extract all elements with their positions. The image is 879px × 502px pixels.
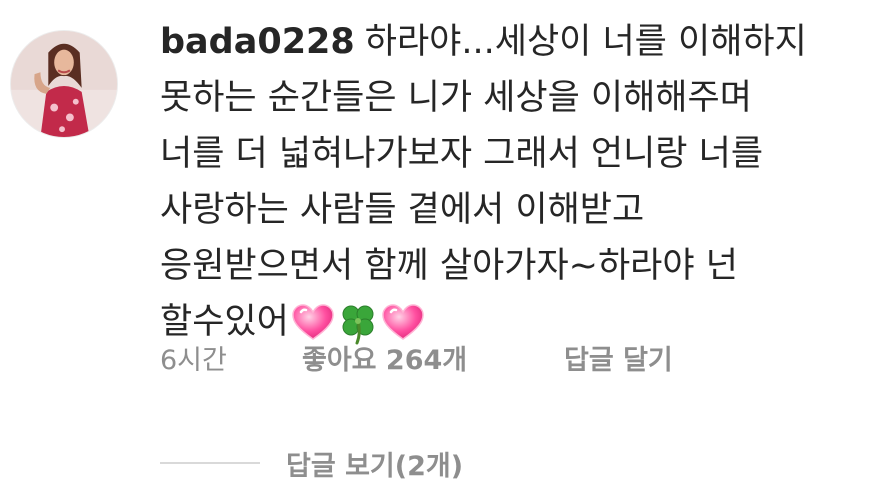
username-link[interactable]: bada0228 [160, 22, 355, 62]
comment-line: 못하는 순간들은 니가 세상을 이해해주며 [160, 78, 752, 118]
likes-count-button[interactable]: 좋아요 264개 [302, 338, 467, 377]
divider [160, 462, 260, 464]
comment-line: 사랑하는 사람들 곁에서 이해받고 [160, 190, 645, 230]
comment-line: bada0228 하라야...세상이 너를 이해하지 [160, 14, 870, 70]
comment-line: 응원받으면서 함께 살아가자~하라야 넌 [160, 246, 738, 286]
comment-item: bada0228 하라야...세상이 너를 이해하지 못하는 순간들은 니가 세상… [0, 0, 879, 502]
comment-body: bada0228 하라야...세상이 너를 이해하지 못하는 순간들은 니가 세상… [160, 14, 870, 350]
heart-with-sparkles-icon [291, 303, 335, 343]
timestamp[interactable]: 6시간 [160, 338, 227, 377]
comment-line: 너를 더 넓혀나가보자 그래서 언니랑 너를 [160, 134, 764, 174]
comment-line: 할수있어 [160, 294, 870, 350]
avatar[interactable] [10, 30, 118, 138]
avatar-image [11, 31, 117, 137]
comment-line-text: 하라야...세상이 너를 이해하지 [364, 22, 807, 62]
comment-text: bada0228 하라야...세상이 너를 이해하지 못하는 순간들은 니가 세상… [160, 14, 870, 350]
view-replies-button[interactable]: 답글 보기(2개) [160, 444, 560, 484]
view-replies-label: 답글 보기(2개) [286, 451, 464, 482]
comment-line-text: 할수있어 [160, 302, 289, 342]
heart-with-sparkles-icon [381, 303, 425, 343]
reply-button[interactable]: 답글 달기 [564, 338, 673, 377]
